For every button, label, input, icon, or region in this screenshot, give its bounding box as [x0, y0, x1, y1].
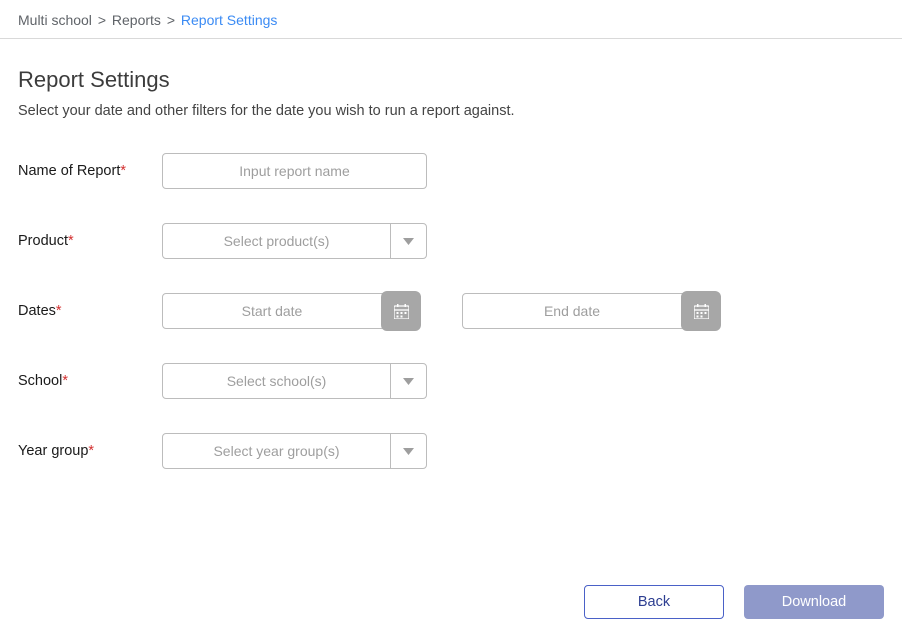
year-group-select-placeholder: Select year group(s) [163, 443, 426, 459]
required-asterisk: * [120, 163, 126, 179]
end-date-placeholder: End date [463, 303, 681, 319]
label-school: School* [18, 373, 162, 389]
required-asterisk: * [56, 303, 62, 319]
label-report-name-text: Name of Report [18, 163, 120, 179]
label-report-name: Name of Report* [18, 163, 162, 179]
school-select-placeholder: Select school(s) [163, 373, 426, 389]
row-year-group: Year group* Select year group(s) [18, 433, 884, 469]
required-asterisk: * [62, 373, 68, 389]
page-title: Report Settings [18, 67, 884, 93]
product-select-placeholder: Select product(s) [163, 233, 426, 249]
back-button[interactable]: Back [584, 585, 724, 619]
row-dates: Dates* Start date End date [18, 293, 884, 329]
required-asterisk: * [88, 443, 94, 459]
year-group-select[interactable]: Select year group(s) [162, 433, 427, 469]
footer-actions: Back Download [584, 585, 884, 619]
start-date-placeholder: Start date [163, 303, 381, 319]
breadcrumb-item-reports[interactable]: Reports [112, 12, 161, 28]
page-subtitle: Select your date and other filters for t… [18, 103, 884, 119]
label-year-group: Year group* [18, 443, 162, 459]
label-dates-text: Dates [18, 303, 56, 319]
row-product: Product* Select product(s) [18, 223, 884, 259]
breadcrumb-item-multi-school[interactable]: Multi school [18, 12, 92, 28]
label-dates: Dates* [18, 303, 162, 319]
breadcrumb-separator: > [167, 12, 175, 28]
end-date-input[interactable]: End date [462, 293, 720, 329]
report-name-input[interactable] [162, 153, 427, 189]
label-year-group-text: Year group [18, 443, 88, 459]
calendar-icon[interactable] [681, 291, 721, 331]
label-product-text: Product [18, 233, 68, 249]
breadcrumb: Multi school > Reports > Report Settings [0, 0, 902, 39]
product-select[interactable]: Select product(s) [162, 223, 427, 259]
row-report-name: Name of Report* [18, 153, 884, 189]
school-select[interactable]: Select school(s) [162, 363, 427, 399]
download-button[interactable]: Download [744, 585, 884, 619]
breadcrumb-item-report-settings: Report Settings [181, 12, 278, 28]
breadcrumb-separator: > [98, 12, 106, 28]
chevron-down-icon [390, 364, 426, 398]
label-product: Product* [18, 233, 162, 249]
required-asterisk: * [68, 233, 74, 249]
chevron-down-icon [390, 224, 426, 258]
label-school-text: School [18, 373, 62, 389]
start-date-input[interactable]: Start date [162, 293, 420, 329]
chevron-down-icon [390, 434, 426, 468]
row-school: School* Select school(s) [18, 363, 884, 399]
calendar-icon[interactable] [381, 291, 421, 331]
